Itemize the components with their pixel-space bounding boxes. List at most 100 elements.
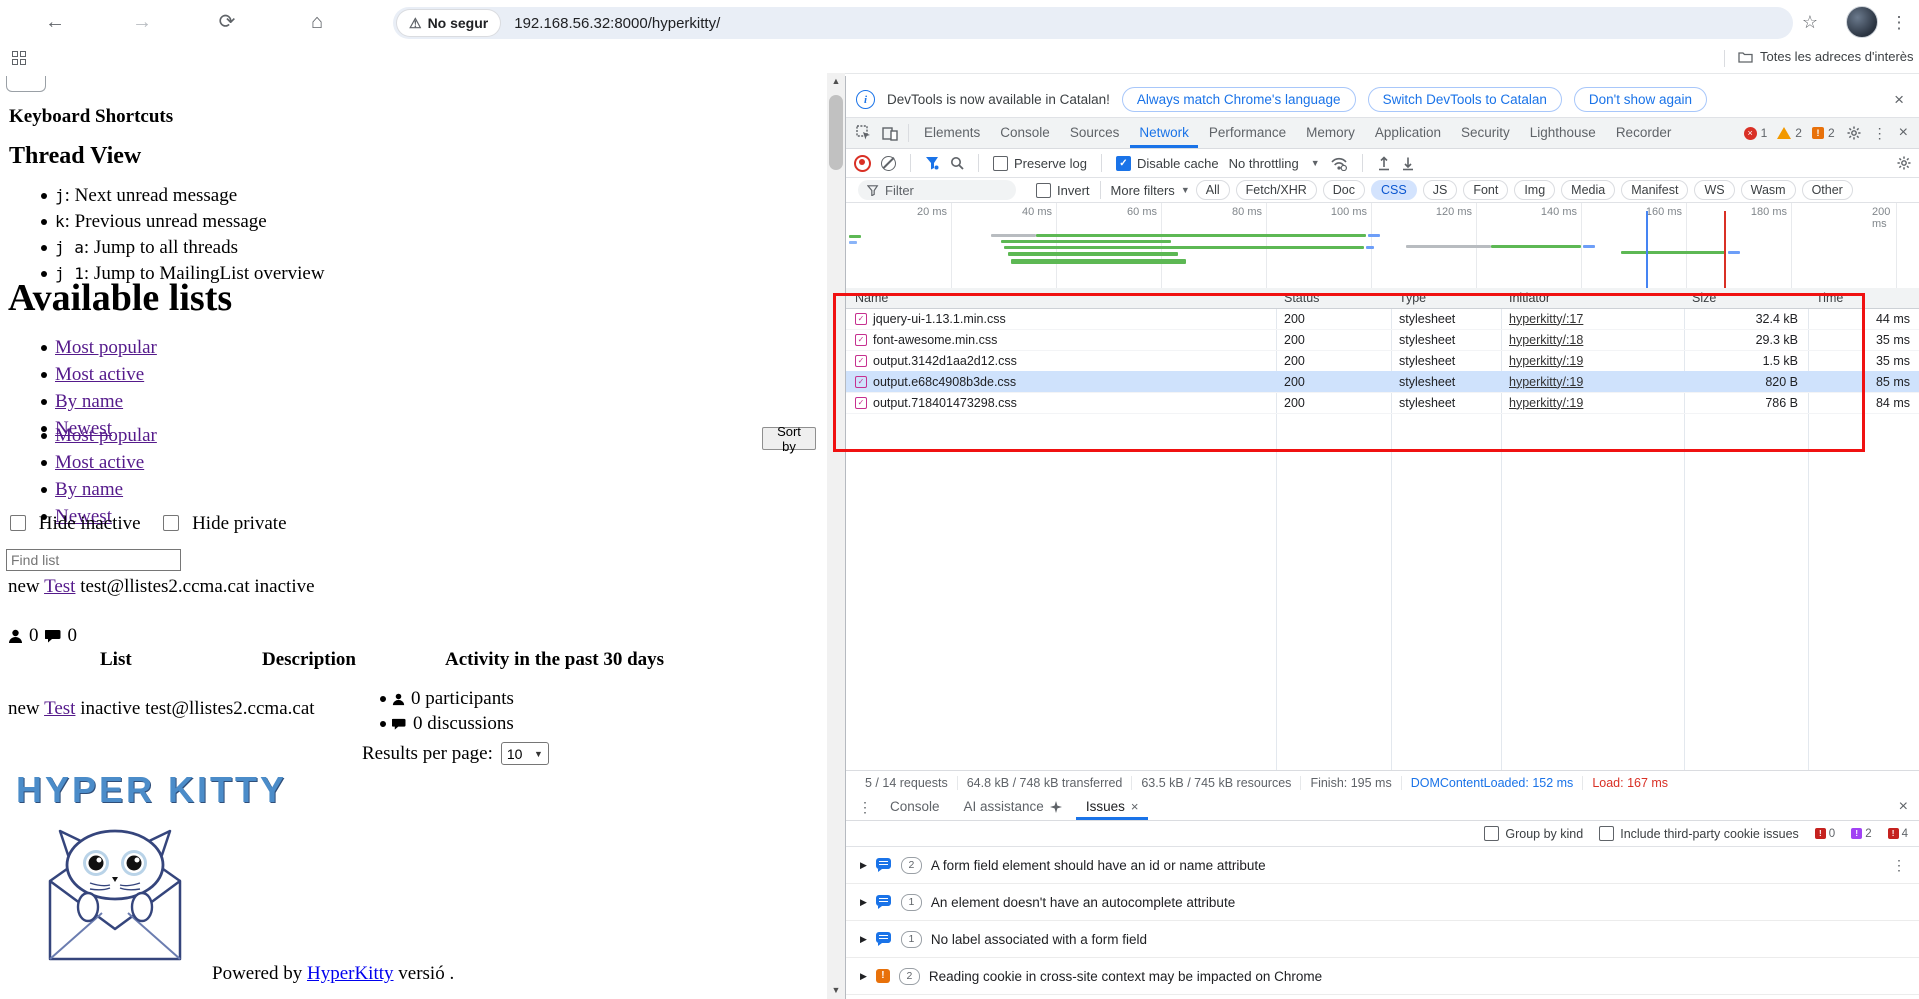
dont-show-again-button[interactable]: Don't show again (1573, 87, 1708, 112)
error-count-badge[interactable]: × 1 (1743, 126, 1767, 140)
forward-icon[interactable]: → (125, 0, 159, 45)
url-text[interactable]: 192.168.56.32:8000/hyperkitty/ (514, 15, 720, 32)
filter-chip-font[interactable]: Font (1463, 180, 1509, 200)
filter-chip-doc[interactable]: Doc (1322, 180, 1366, 200)
expand-triangle-icon[interactable]: ▶ (860, 860, 867, 871)
scrollbar-down-arrow[interactable]: ▼ (827, 982, 845, 999)
banner-close-icon[interactable]: × (1888, 90, 1910, 110)
network-settings-gear-icon[interactable] (1896, 155, 1912, 171)
clear-network-log-icon[interactable] (881, 155, 896, 171)
scrollbar-up-arrow[interactable]: ▲ (827, 73, 845, 90)
drawer-close-icon[interactable]: × (1895, 798, 1912, 816)
profile-avatar[interactable] (1846, 6, 1878, 38)
waterfall-overview[interactable]: 20 ms 40 ms 60 ms 80 ms 100 ms 120 ms 140 ms 16… (846, 203, 1919, 289)
more-filters-dropdown[interactable]: More filters ▼ (1111, 183, 1190, 198)
filter-chip-img[interactable]: Img (1514, 180, 1556, 200)
tab-console[interactable]: Console (991, 118, 1059, 148)
filter-chip-ws[interactable]: WS (1694, 180, 1735, 200)
tab-elements[interactable]: Elements (915, 118, 989, 148)
filter-chip-other[interactable]: Other (1801, 180, 1853, 200)
inspect-element-icon[interactable] (856, 125, 872, 141)
col-status[interactable]: Status (1276, 291, 1391, 305)
hide-inactive-checkbox[interactable] (10, 515, 26, 531)
tab-memory[interactable]: Memory (1297, 118, 1364, 148)
devtools-close-icon[interactable]: × (1893, 124, 1914, 142)
bookmark-star-icon[interactable]: ☆ (1793, 0, 1827, 45)
match-language-button[interactable]: Always match Chrome's language (1121, 87, 1356, 112)
hide-private-checkbox[interactable] (163, 515, 180, 531)
browser-menu-icon[interactable]: ⋮ (1882, 0, 1916, 45)
home-icon[interactable]: ⌂ (300, 0, 334, 45)
security-chip[interactable]: ⚠ No segur (397, 10, 501, 36)
link-by-name-2[interactable]: By name (55, 479, 123, 500)
group-by-kind-control[interactable]: Group by kind (1484, 826, 1583, 841)
expand-triangle-icon[interactable]: ▶ (860, 971, 867, 982)
search-icon[interactable] (950, 156, 964, 170)
test-list-row-link[interactable]: Test (44, 698, 75, 719)
tab-performance[interactable]: Performance (1200, 118, 1295, 148)
reload-icon[interactable]: ⟳ (210, 0, 244, 45)
expand-triangle-icon[interactable]: ▶ (860, 934, 867, 945)
network-row-font-awesome[interactable]: ✓ font-awesome.min.css 200 stylesheet hyp… (846, 329, 1919, 351)
issue-row-autocomplete[interactable]: ▶ 1 An element doesn't have an autocompl… (846, 884, 1919, 921)
scrollbar-thumb[interactable] (829, 95, 843, 170)
issue-row-cross-site-cookie[interactable]: ▶ ! 2 Reading cookie in cross-site conte… (846, 958, 1919, 995)
import-har-icon[interactable] (1377, 155, 1391, 171)
drawer-tab-issues[interactable]: Issues × (1076, 794, 1149, 820)
include-third-party-checkbox[interactable] (1599, 826, 1615, 841)
record-network-log-icon[interactable] (854, 154, 871, 172)
issue-kebab-menu-icon[interactable]: ⋮ (1892, 857, 1906, 874)
initiator-link[interactable]: hyperkitty/:19 (1501, 354, 1684, 368)
preserve-log-checkbox[interactable] (993, 155, 1008, 171)
address-bar[interactable]: ⚠ No segur 192.168.56.32:8000/hyperkitty… (393, 7, 1793, 39)
drawer-tab-ai-assistance[interactable]: AI assistance (954, 794, 1072, 820)
col-name[interactable]: Name (846, 291, 1276, 305)
tab-sources[interactable]: Sources (1061, 118, 1129, 148)
find-list-input[interactable] (6, 549, 181, 571)
network-row-output-e68c-selected[interactable]: ✓ output.e68c4908b3de.css 200 stylesheet … (846, 371, 1919, 393)
network-row-jquery-ui[interactable]: ✓ jquery-ui-1.13.1.min.css 200 stylesheet… (846, 308, 1919, 330)
initiator-link[interactable]: hyperkitty/:19 (1501, 396, 1684, 410)
issues-count-badge[interactable]: ! 2 (1811, 126, 1835, 140)
issues-tab-close-icon[interactable]: × (1131, 794, 1139, 820)
tab-recorder[interactable]: Recorder (1607, 118, 1681, 148)
issue-row-form-field-id[interactable]: ▶ 2 A form field element should have an … (846, 847, 1919, 884)
devtools-menu-icon[interactable]: ⋮ (1869, 125, 1891, 142)
issue-row-no-label[interactable]: ▶ 1 No label associated with a form fiel… (846, 921, 1919, 958)
back-icon[interactable]: ← (38, 0, 72, 45)
col-initiator[interactable]: Initiator (1501, 291, 1684, 305)
tab-network[interactable]: Network (1130, 118, 1198, 148)
filter-chip-js[interactable]: JS (1422, 180, 1458, 200)
filter-chip-manifest[interactable]: Manifest (1621, 180, 1689, 200)
col-time[interactable]: Time (1808, 291, 1919, 305)
throttling-select[interactable]: No throttling ▼ (1229, 156, 1320, 171)
export-har-icon[interactable] (1401, 156, 1415, 171)
page-scrollbar[interactable]: ▲ ▼ (827, 73, 845, 999)
drawer-tab-console[interactable]: Console (880, 794, 950, 820)
filter-chip-media[interactable]: Media (1561, 180, 1616, 200)
filter-chip-fetch-xhr[interactable]: Fetch/XHR (1235, 180, 1317, 200)
tab-lighthouse[interactable]: Lighthouse (1521, 118, 1605, 148)
filter-funnel-icon[interactable] (925, 156, 940, 170)
preserve-log-control[interactable]: Preserve log (993, 155, 1087, 171)
disable-cache-control[interactable]: ✓ Disable cache (1115, 155, 1219, 171)
hyperkitty-footer-link[interactable]: HyperKitty (307, 963, 394, 984)
initiator-link[interactable]: hyperkitty/:19 (1501, 375, 1684, 389)
invert-checkbox[interactable] (1036, 182, 1051, 198)
sort-by-button[interactable]: Sort by (762, 424, 816, 454)
results-per-page-select[interactable]: 10 ▼ (500, 742, 549, 765)
apps-grid-icon[interactable] (12, 51, 26, 65)
initiator-link[interactable]: hyperkitty/:17 (1501, 312, 1684, 326)
tab-application[interactable]: Application (1366, 118, 1450, 148)
device-toolbar-icon[interactable] (882, 125, 898, 141)
initiator-link[interactable]: hyperkitty/:18 (1501, 333, 1684, 347)
include-third-party-control[interactable]: Include third-party cookie issues (1599, 826, 1799, 841)
settings-gear-icon[interactable] (1846, 125, 1862, 141)
col-type[interactable]: Type (1391, 291, 1501, 305)
filter-chip-css[interactable]: CSS (1371, 180, 1417, 200)
filter-chip-wasm[interactable]: Wasm (1740, 180, 1796, 200)
tab-security[interactable]: Security (1452, 118, 1519, 148)
network-conditions-icon[interactable] (1330, 156, 1348, 171)
group-by-kind-checkbox[interactable] (1484, 826, 1500, 841)
link-most-active-2[interactable]: Most active (55, 452, 144, 473)
